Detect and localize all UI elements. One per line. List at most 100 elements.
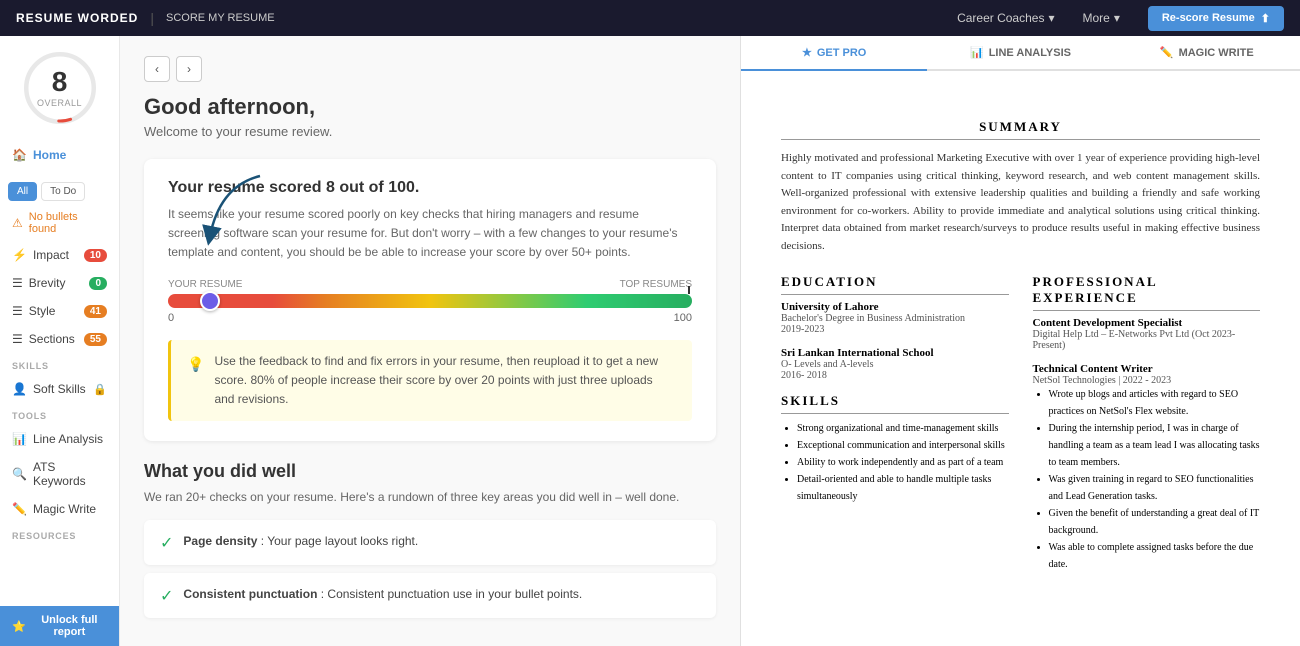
resume-skills-list: Strong organizational and time-managemen…	[797, 420, 1009, 505]
check-page-density: ✓ Page density : Your page layout looks …	[144, 520, 716, 565]
get-pro-star-icon: ★	[802, 46, 812, 59]
magic-write-tab-label: MAGIC WRITE	[1179, 47, 1254, 59]
score-marker	[200, 291, 220, 311]
soft-skills-icon: 👤	[12, 382, 27, 396]
job-0-company: Digital Help Ltd – E-Networks Pvt Ltd (O…	[1033, 329, 1261, 351]
school-0-degree: Bachelor's Degree in Business Administra…	[781, 313, 1009, 324]
style-icon: ☰	[12, 304, 23, 318]
job-0-title: Content Development Specialist	[1033, 317, 1261, 329]
soft-skills-lock-icon: 🔒	[93, 383, 107, 396]
tab-get-pro[interactable]: ★ GET PRO	[741, 36, 927, 71]
bullet-3: Given the benefit of understanding a gre…	[1049, 505, 1261, 539]
bullet-2: Was given training in regard to SEO func…	[1049, 471, 1261, 505]
sidebar-home[interactable]: 🏠 Home	[0, 140, 119, 170]
resume-summary-title: SUMMARY	[781, 119, 1260, 140]
resume-education-title: EDUCATION	[781, 274, 1009, 295]
filter-todo-tab[interactable]: To Do	[41, 182, 85, 201]
skills-section-label: SKILLS	[0, 353, 119, 375]
greeting-subtitle: Welcome to your resume review.	[144, 124, 716, 139]
school-1-date: 2016- 2018	[781, 370, 1009, 381]
rescore-button[interactable]: Re-score Resume ⬆	[1148, 6, 1284, 31]
sidebar-item-soft-skills[interactable]: 👤 Soft Skills 🔒	[0, 375, 119, 403]
rescore-label: Re-score Resume	[1162, 12, 1255, 24]
top-marker-line	[688, 286, 690, 294]
more-chevron-icon: ▾	[1114, 11, 1120, 25]
unlock-full-report-button[interactable]: ⭐ Unlock full report	[0, 606, 119, 646]
right-tabs: ★ GET PRO 📊 LINE ANALYSIS ✏️ MAGIC WRITE	[741, 36, 1300, 71]
career-coaches-menu[interactable]: Career Coaches ▾	[957, 11, 1054, 25]
coaches-label: Career Coaches	[957, 11, 1044, 25]
resources-section-label: RESOURCES	[0, 523, 119, 545]
sidebar-item-sections[interactable]: ☰ Sections 55	[0, 325, 119, 353]
unlock-icon: ⭐	[12, 620, 26, 633]
school-0-date: 2019-2023	[781, 324, 1009, 335]
score-bar-numbers: 0 100	[168, 312, 692, 324]
resume-preview: SUMMARY Highly motivated and professiona…	[741, 71, 1300, 646]
tools-section-label: TOOls	[0, 403, 119, 425]
sidebar-item-style[interactable]: ☰ Style 41	[0, 297, 119, 325]
sidebar-item-brevity[interactable]: ☰ Brevity 0	[0, 269, 119, 297]
impact-icon: ⚡	[12, 248, 27, 262]
score-my-resume-link[interactable]: SCORE MY RESUME	[166, 12, 275, 24]
nav-prev-button[interactable]: ‹	[144, 56, 170, 82]
unlock-label: Unlock full report	[32, 614, 107, 638]
line-analysis-tab-label: LINE ANALYSIS	[989, 47, 1071, 59]
tab-magic-write[interactable]: ✏️ MAGIC WRITE	[1114, 36, 1300, 71]
sidebar-item-ats-keywords[interactable]: 🔍 ATS Keywords	[0, 453, 119, 495]
bar-max-label: 100	[674, 312, 692, 324]
school-1-name: Sri Lankan International School	[781, 347, 1009, 359]
alert-text: No bullets found	[29, 211, 107, 235]
well-desc: We ran 20+ checks on your resume. Here's…	[144, 490, 716, 504]
upload-icon: ⬆	[1261, 12, 1270, 25]
tip-text: Use the feedback to find and fix errors …	[214, 352, 676, 410]
resume-job-0: Content Development Specialist Digital H…	[1033, 317, 1261, 351]
style-badge: 41	[84, 305, 107, 318]
brand-logo: RESUME WORDED	[16, 11, 138, 25]
more-label: More	[1082, 11, 1109, 25]
well-section: What you did well We ran 20+ checks on y…	[144, 461, 716, 618]
sidebar-item-impact[interactable]: ⚡ Impact 10	[0, 241, 119, 269]
right-panel: ★ GET PRO 📊 LINE ANALYSIS ✏️ MAGIC WRITE…	[740, 36, 1300, 646]
nav-arrows: ‹ ›	[144, 56, 716, 82]
resume-school-0: University of Lahore Bachelor's Degree i…	[781, 301, 1009, 335]
well-title: What you did well	[144, 461, 716, 482]
score-bar-labels: YOUR RESUME TOP RESUMES	[168, 279, 692, 290]
ats-keywords-label: ATS Keywords	[33, 460, 107, 488]
nav-divider: |	[150, 10, 154, 26]
no-bullets-alert[interactable]: ⚠ No bullets found	[0, 205, 119, 241]
job-1-company: NetSol Technologies | 2022 - 2023	[1033, 375, 1261, 386]
resume-job-1: Technical Content Writer NetSol Technolo…	[1033, 363, 1261, 573]
bar-min-label: 0	[168, 312, 174, 324]
skill-3: Detail-oriented and able to handle multi…	[797, 471, 1009, 505]
brevity-icon: ☰	[12, 276, 23, 290]
ats-keywords-icon: 🔍	[12, 467, 27, 481]
resume-school-1: Sri Lankan International School O- Level…	[781, 347, 1009, 381]
sections-badge: 55	[84, 333, 107, 346]
coaches-chevron-icon: ▾	[1048, 11, 1054, 25]
score-bar-track	[168, 294, 692, 308]
score-bar-container: YOUR RESUME TOP RESUMES 0 100	[168, 279, 692, 324]
sidebar-item-magic-write[interactable]: ✏️ Magic Write	[0, 495, 119, 523]
skill-1: Exceptional communication and interperso…	[797, 437, 1009, 454]
resume-experience-col: PROFESSIONAL EXPERIENCE Content Developm…	[1033, 266, 1261, 585]
sections-icon: ☰	[12, 332, 23, 346]
nav-next-button[interactable]: ›	[176, 56, 202, 82]
tab-line-analysis[interactable]: 📊 LINE ANALYSIS	[927, 36, 1113, 71]
magic-write-label: Magic Write	[33, 502, 96, 516]
more-menu[interactable]: More ▾	[1082, 11, 1119, 25]
line-analysis-tab-icon: 📊	[970, 46, 984, 59]
score-arc-svg	[24, 52, 96, 124]
alert-icon: ⚠	[12, 216, 23, 230]
filter-all-tab[interactable]: All	[8, 182, 37, 201]
top-resumes-label: TOP RESUMES	[620, 279, 692, 290]
home-label: Home	[33, 148, 66, 162]
resume-education-col: EDUCATION University of Lahore Bachelor'…	[781, 266, 1009, 585]
greeting-title: Good afternoon,	[144, 94, 716, 120]
job-1-title: Technical Content Writer	[1033, 363, 1261, 375]
check-desc-punctuation: : Consistent punctuation use in your bul…	[321, 587, 583, 601]
check-icon-punctuation: ✓	[160, 586, 173, 606]
sidebar-item-line-analysis[interactable]: 📊 Line Analysis	[0, 425, 119, 453]
app-container: 8 OVERALL 🏠 Home All To Do ⚠ No bullets …	[0, 36, 1300, 646]
soft-skills-label: Soft Skills	[33, 382, 86, 396]
score-card: Your resume scored 8 out of 100. It seem…	[144, 159, 716, 441]
